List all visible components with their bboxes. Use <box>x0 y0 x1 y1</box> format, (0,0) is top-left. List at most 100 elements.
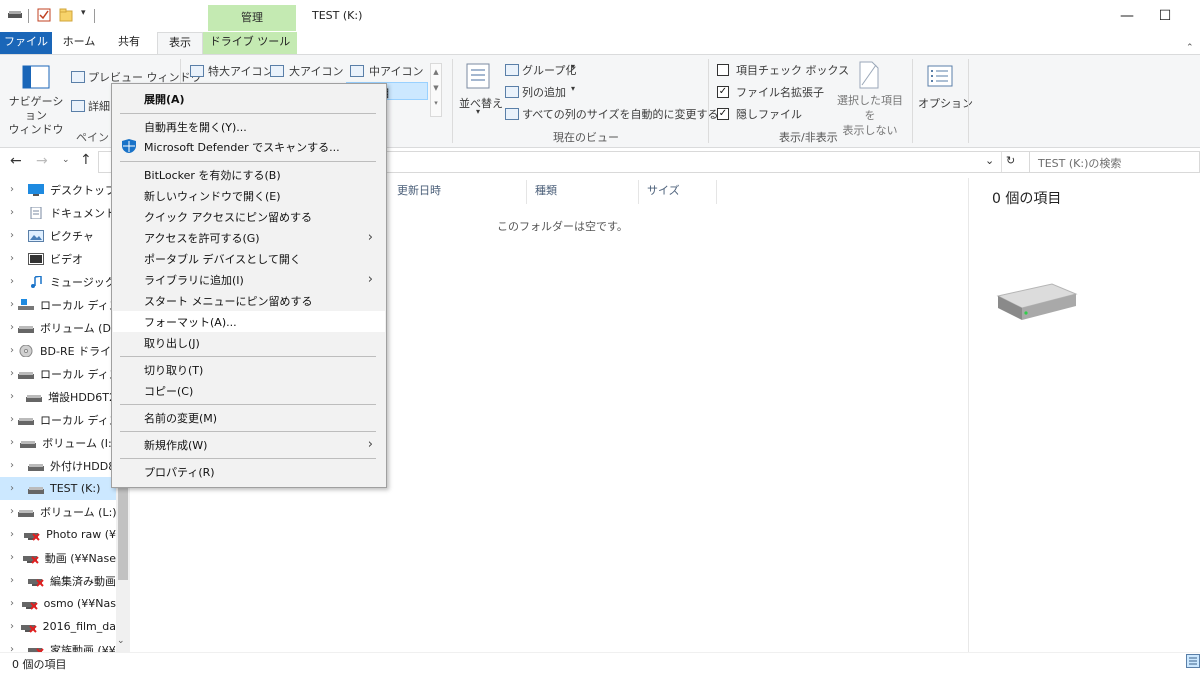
expand-chevron-icon[interactable]: › <box>10 414 14 425</box>
expand-chevron-icon[interactable]: › <box>10 230 24 241</box>
collapse-ribbon-icon[interactable]: ⌃ <box>1186 43 1194 53</box>
nav-item[interactable]: › ローカル ディス <box>0 362 116 385</box>
nav-item[interactable]: › ドキュメント <box>0 201 116 224</box>
nav-item[interactable]: › 2016_film_da <box>0 615 116 638</box>
more-layouts-icon[interactable]: ▾ <box>431 96 441 110</box>
drive-icon[interactable] <box>8 11 22 19</box>
expand-chevron-icon[interactable]: › <box>10 644 24 652</box>
nav-item[interactable]: › ボリューム (L:) <box>0 500 116 523</box>
nav-item[interactable]: › ビデオ <box>0 247 116 270</box>
menu-item-bitlocker[interactable]: BitLocker を有効にする(B) <box>113 164 385 185</box>
nav-scroll-down-icon[interactable]: ⌄ <box>117 636 125 646</box>
recent-locations-icon[interactable]: ⌄ <box>62 155 70 165</box>
back-icon[interactable]: ← <box>10 153 22 169</box>
expand-chevron-icon[interactable]: › <box>10 391 22 402</box>
file-name-extensions-checkbox[interactable]: ✓ <box>717 86 729 98</box>
menu-item-eject[interactable]: 取り出し(J) <box>113 332 385 353</box>
nav-item[interactable]: › 外付けHDD8 <box>0 454 116 477</box>
menu-item-copy[interactable]: コピー(C) <box>113 380 385 401</box>
hidden-items-label[interactable]: 隠しファイル <box>736 106 802 122</box>
add-columns-button[interactable]: 列の追加 <box>522 84 566 100</box>
sort-by-dropdown-icon[interactable]: ▾ <box>476 107 480 116</box>
group-by-button[interactable]: グループ化 <box>522 62 576 78</box>
nav-item[interactable]: › ボリューム (I:) <box>0 431 116 454</box>
menu-item-rename[interactable]: 名前の変更(M) <box>113 407 385 428</box>
expand-chevron-icon[interactable]: › <box>10 552 19 563</box>
nav-item[interactable]: › osmo (¥¥Nas <box>0 592 116 615</box>
tab-home[interactable]: ホーム <box>58 32 100 54</box>
search-box[interactable]: TEST (K:)の検索 <box>1029 151 1200 173</box>
menu-item-autoplay[interactable]: 自動再生を開く(Y)... <box>113 116 385 137</box>
navigation-pane-icon[interactable] <box>22 65 50 89</box>
expand-chevron-icon[interactable]: › <box>10 437 16 448</box>
nav-item[interactable]: › ローカル ディス <box>0 293 116 316</box>
customize-toolbar-icon[interactable]: ▾ <box>81 8 86 18</box>
address-dropdown-icon[interactable]: ⌄ <box>985 154 994 167</box>
expand-chevron-icon[interactable]: › <box>10 483 24 494</box>
tab-view[interactable]: 表示 <box>157 32 203 55</box>
menu-item-defender-scan[interactable]: Microsoft Defender でスキャンする... <box>113 136 385 157</box>
file-name-extensions-label[interactable]: ファイル名拡張子 <box>736 84 824 100</box>
scroll-down-icon[interactable]: ▼ <box>431 80 441 96</box>
details-pane-button[interactable]: 詳細 <box>88 98 110 114</box>
nav-item[interactable]: › BD-RE ドライブ <box>0 339 116 362</box>
nav-item[interactable]: › ピクチャ <box>0 224 116 247</box>
expand-chevron-icon[interactable]: › <box>10 598 18 609</box>
nav-item[interactable]: › 動画 (¥¥Nase <box>0 546 116 569</box>
tab-manage[interactable]: 管理 <box>208 5 296 31</box>
up-icon[interactable]: ↑ <box>80 152 92 168</box>
properties-icon[interactable] <box>37 8 51 22</box>
nav-item[interactable]: › 編集済み動画 <box>0 569 116 592</box>
hide-selected-button[interactable]: 選択した項目を 表示しない <box>832 93 908 138</box>
column-header-type[interactable]: 種類 <box>535 182 557 198</box>
expand-chevron-icon[interactable]: › <box>10 207 24 218</box>
nav-item[interactable]: › TEST (K:) <box>0 477 116 500</box>
expand-chevron-icon[interactable]: › <box>10 529 20 540</box>
sort-by-button[interactable]: 並べ替え <box>459 95 503 111</box>
item-checkboxes-label[interactable]: 項目チェック ボックス <box>736 62 849 78</box>
nav-item[interactable]: › 増設HDD6T2 <box>0 385 116 408</box>
size-all-columns-button[interactable]: すべての列のサイズを自動的に変更する <box>522 106 718 122</box>
item-checkboxes-checkbox[interactable] <box>717 64 729 76</box>
expand-chevron-icon[interactable]: › <box>10 621 17 632</box>
scroll-up-icon[interactable]: ▲ <box>431 64 441 80</box>
menu-item-new[interactable]: 新規作成(W) › <box>113 434 385 455</box>
menu-item-pin-quick-access[interactable]: クイック アクセスにピン留めする <box>113 206 385 227</box>
menu-item-give-access[interactable]: アクセスを許可する(G) › <box>113 227 385 248</box>
nav-item[interactable]: › デスクトップ <box>0 178 116 201</box>
menu-item-pin-start[interactable]: スタート メニューにピン留めする <box>113 290 385 311</box>
nav-item[interactable]: › ミュージック <box>0 270 116 293</box>
details-view-icon[interactable] <box>1186 654 1200 668</box>
hidden-items-checkbox[interactable]: ✓ <box>717 108 729 120</box>
navigation-pane-button[interactable]: ナビゲーション ウィンドウ <box>5 95 67 137</box>
layout-scroll[interactable]: ▲ ▼ ▾ <box>430 63 442 117</box>
column-header-size[interactable]: サイズ <box>647 182 680 198</box>
expand-chevron-icon[interactable]: › <box>10 322 14 333</box>
expand-chevron-icon[interactable]: › <box>10 368 14 379</box>
expand-chevron-icon[interactable]: › <box>10 506 14 517</box>
forward-icon[interactable]: → <box>36 153 48 169</box>
tab-share[interactable]: 共有 <box>108 32 150 54</box>
expand-chevron-icon[interactable]: › <box>10 276 24 287</box>
layout-large-icons[interactable]: 大アイコン <box>289 63 343 79</box>
expand-chevron-icon[interactable]: › <box>10 253 24 264</box>
menu-item-properties[interactable]: プロパティ(R) <box>113 461 385 482</box>
expand-chevron-icon[interactable]: › <box>10 345 14 356</box>
layout-medium-icons[interactable]: 中アイコン <box>369 63 423 79</box>
expand-chevron-icon[interactable]: › <box>10 299 14 310</box>
menu-item-open-portable[interactable]: ポータブル デバイスとして開く <box>113 248 385 269</box>
column-header-modified[interactable]: 更新日時 <box>397 182 441 198</box>
new-folder-icon[interactable] <box>59 8 73 22</box>
layout-extra-large-icons[interactable]: 特大アイコン <box>208 63 273 79</box>
expand-chevron-icon[interactable]: › <box>10 184 24 195</box>
nav-item[interactable]: › Photo raw (¥ <box>0 523 116 546</box>
maximize-button[interactable]: ☐ <box>1142 0 1188 32</box>
nav-item[interactable]: › ローカル ディス <box>0 408 116 431</box>
add-columns-dropdown-icon[interactable]: ▾ <box>571 84 575 93</box>
expand-chevron-icon[interactable]: › <box>10 575 24 586</box>
menu-item-expand[interactable]: 展開(A) <box>113 88 385 109</box>
tab-drive-tools[interactable]: ドライブ ツール <box>203 32 297 54</box>
tab-file[interactable]: ファイル <box>0 32 52 54</box>
nav-item[interactable]: › 家族動画 (¥¥ <box>0 638 116 652</box>
expand-chevron-icon[interactable]: › <box>10 460 24 471</box>
